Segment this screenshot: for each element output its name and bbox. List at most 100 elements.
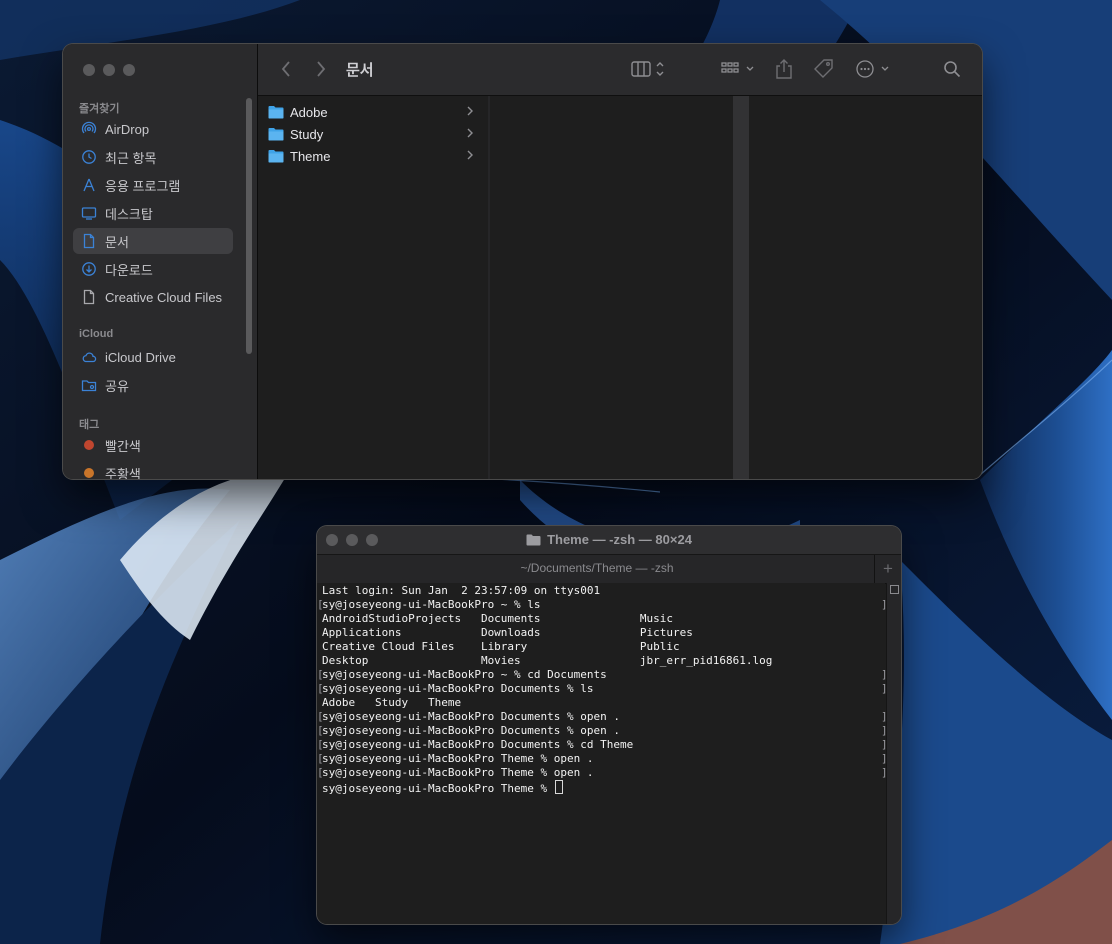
prompt-mark: ] (881, 668, 888, 681)
sidebar-item-creative-cloud[interactable]: Creative Cloud Files (73, 284, 233, 310)
sidebar-section-favorites: 즐겨찾기 (79, 103, 120, 115)
sidebar-item-label: 빨간색 (105, 438, 141, 454)
cloud-icon (81, 349, 97, 365)
search-button[interactable] (941, 58, 963, 80)
sidebar-section-icloud: iCloud (79, 328, 114, 340)
sidebar-item-recents[interactable]: 최근 항목 (73, 144, 233, 170)
text-cursor (554, 780, 563, 794)
orange-tag-icon (81, 465, 97, 479)
terminal-line: sy@joseyeong-ui-MacBookPro Theme % open … (322, 766, 594, 779)
terminal-line: sy@joseyeong-ui-MacBookPro Theme % (322, 782, 554, 795)
zoom-button[interactable] (123, 64, 135, 76)
terminal-line: Creative Cloud Files Library Public (322, 640, 680, 653)
view-mode-button[interactable] (630, 58, 670, 80)
sidebar-item-label: 문서 (105, 234, 129, 250)
share-button[interactable] (772, 56, 796, 82)
sidebar-item-label: 주황색 (105, 466, 141, 480)
chevron-right-icon (467, 150, 473, 160)
group-button[interactable] (720, 58, 760, 80)
sidebar-item-label: AirDrop (105, 121, 150, 137)
airdrop-icon (81, 121, 97, 137)
terminal-line: sy@joseyeong-ui-MacBookPro ~ % cd Docume… (322, 668, 607, 681)
folder-icon (268, 106, 284, 119)
finder-sidebar: 즐겨찾기 AirDrop 최근 항목 응용 프로그램 데스크탑 문서 다운로드 … (63, 44, 258, 479)
more-actions-button[interactable] (854, 58, 894, 80)
sidebar-item-icloud-drive[interactable]: iCloud Drive (73, 344, 233, 370)
search-icon (944, 61, 961, 78)
clock-icon (81, 149, 97, 165)
grid-icon (721, 62, 754, 73)
folder-row-adobe[interactable]: Adobe (268, 101, 478, 123)
sidebar-item-label: 최근 항목 (105, 150, 157, 166)
sidebar-item-shared[interactable]: 공유 (73, 372, 233, 398)
folder-name: Theme (290, 148, 331, 164)
prompt-mark: ] (881, 766, 888, 779)
sidebar-item-tag-red[interactable]: 빨간색 (73, 432, 233, 458)
new-tab-button[interactable]: + (874, 555, 901, 583)
sidebar-item-label: 응용 프로그램 (105, 178, 181, 194)
share-icon (776, 59, 792, 79)
sidebar-item-label: Creative Cloud Files (105, 289, 223, 305)
shared-folder-icon (81, 377, 97, 393)
terminal-line: Adobe Study Theme (322, 696, 462, 709)
terminal-window: Theme — -zsh — 80×24 ~/Documents/Theme —… (317, 526, 901, 924)
sidebar-item-tag-orange[interactable]: 주황색 (73, 460, 233, 479)
ellipsis-circle-icon (856, 60, 889, 78)
terminal-tab-bar: ~/Documents/Theme — -zsh + (317, 554, 901, 584)
chevron-right-icon (467, 128, 473, 138)
terminal-line: sy@joseyeong-ui-MacBookPro Documents % o… (322, 724, 621, 737)
prompt-mark: ] (881, 738, 888, 751)
sidebar-section-tags: 태그 (79, 419, 100, 431)
columns-view-icon (631, 61, 664, 77)
sidebar-item-label: 다운로드 (105, 262, 153, 278)
terminal-line: Last login: Sun Jan 2 23:57:09 on ttys00… (322, 584, 601, 597)
folder-name: Study (290, 126, 324, 142)
prompt-mark: ] (881, 598, 888, 611)
browser-column-1: Adobe Study Theme (258, 96, 488, 479)
sidebar-item-documents[interactable]: 문서 (73, 228, 233, 254)
folder-row-study[interactable]: Study (268, 123, 478, 145)
split-pane-icon[interactable] (890, 585, 899, 594)
sidebar-item-applications[interactable]: 응용 프로그램 (73, 172, 233, 198)
terminal-titlebar: Theme — -zsh — 80×24 (317, 526, 901, 554)
sidebar-item-label: 데스크탑 (105, 206, 153, 222)
terminal-title: Theme — -zsh — 80×24 (317, 532, 901, 547)
chevron-right-icon (317, 61, 326, 77)
document-icon (81, 233, 97, 249)
sidebar-item-downloads[interactable]: 다운로드 (73, 256, 233, 282)
sidebar-item-airdrop[interactable]: AirDrop (73, 116, 233, 142)
sidebar-item-label: iCloud Drive (105, 349, 176, 365)
red-tag-icon (81, 437, 97, 453)
folder-icon (526, 534, 541, 545)
folder-icon (268, 150, 284, 163)
folder-row-theme[interactable]: Theme (268, 145, 478, 167)
terminal-line: sy@joseyeong-ui-MacBookPro ~ % ls (322, 598, 541, 611)
back-button[interactable] (276, 58, 296, 80)
tag-button[interactable] (812, 57, 836, 81)
forward-button[interactable] (311, 58, 331, 80)
terminal-line: AndroidStudioProjects Documents Music (322, 612, 673, 625)
prompt-mark: ] (881, 752, 888, 765)
tab-current[interactable]: ~/Documents/Theme — -zsh (317, 561, 877, 575)
folder-icon (268, 128, 284, 141)
close-button[interactable] (83, 64, 95, 76)
window-controls (83, 64, 135, 76)
terminal-title-text: Theme — -zsh — 80×24 (547, 532, 692, 547)
sidebar-item-desktop[interactable]: 데스크탑 (73, 200, 233, 226)
column-resize-handle[interactable] (733, 96, 749, 479)
finder-window: 즐겨찾기 AirDrop 최근 항목 응용 프로그램 데스크탑 문서 다운로드 … (63, 44, 982, 479)
sidebar-scrollbar[interactable] (246, 98, 252, 354)
folder-name: Adobe (290, 104, 328, 120)
terminal-prompt-line[interactable]: sy@joseyeong-ui-MacBookPro Theme % (322, 780, 563, 795)
finder-toolbar: 문서 (258, 44, 982, 96)
download-icon (81, 261, 97, 277)
chevron-left-icon (281, 61, 290, 77)
browser-column-3 (750, 96, 982, 479)
terminal-line: Desktop Movies jbr_err_pid16861.log (322, 654, 773, 667)
terminal-scrollbar[interactable] (886, 583, 901, 924)
sidebar-item-label: 공유 (105, 378, 129, 394)
terminal-line: sy@joseyeong-ui-MacBookPro Documents % l… (322, 682, 594, 695)
minimize-button[interactable] (103, 64, 115, 76)
terminal-line: sy@joseyeong-ui-MacBookPro Documents % c… (322, 738, 634, 751)
terminal-line: Applications Downloads Pictures (322, 626, 693, 639)
